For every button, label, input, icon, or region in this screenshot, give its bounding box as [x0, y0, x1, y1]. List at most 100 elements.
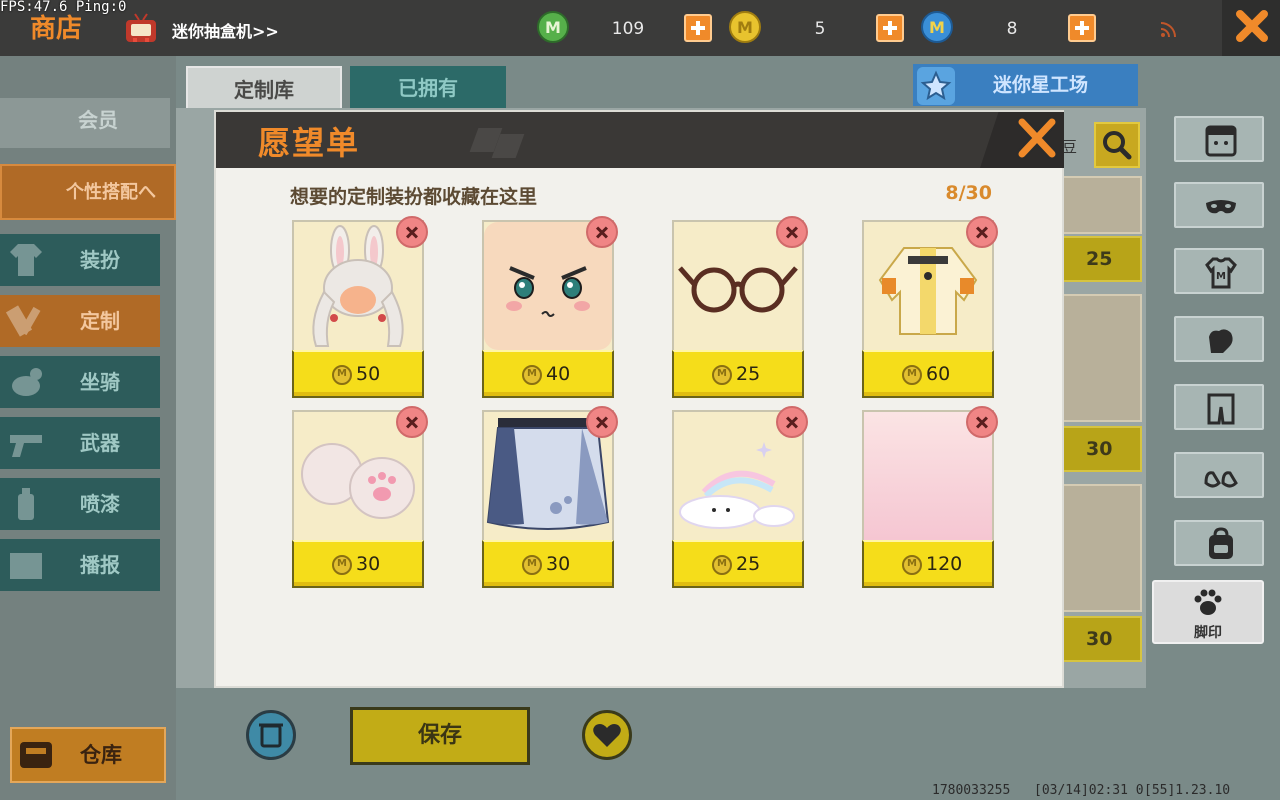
pencil-ruler-icon	[6, 305, 41, 337]
search-button[interactable]	[1094, 122, 1140, 168]
sidebar-item-weapon[interactable]: 武器	[0, 417, 160, 469]
sidebar-item-vip[interactable]: 会员	[0, 98, 170, 148]
blind-box-tv-icon[interactable]	[124, 12, 158, 46]
blind-box-link[interactable]: 迷你抽盒机>>	[172, 18, 279, 42]
sidebar-item-label: 装扮	[80, 248, 120, 272]
remove-item-button[interactable]	[966, 216, 998, 248]
shirt-icon	[10, 244, 42, 276]
sidebar-item-mount[interactable]: 坐骑	[0, 356, 160, 408]
shoes-icon	[1204, 471, 1238, 488]
mini-coin-icon	[902, 365, 922, 385]
category-mask[interactable]	[1174, 182, 1264, 228]
category-backpack[interactable]	[1174, 520, 1264, 566]
remove-item-button[interactable]	[396, 406, 428, 438]
shop-item-card[interactable]	[1060, 484, 1142, 612]
add-mini-bean-button[interactable]	[684, 14, 712, 42]
sidebar-item-broadcast[interactable]: 播报	[0, 539, 160, 591]
wishlist-count: 8/30	[945, 182, 992, 204]
mini-bean-icon: M	[537, 11, 569, 43]
item-price: 25	[736, 363, 761, 385]
category-face[interactable]	[1174, 116, 1264, 162]
item-price-button[interactable]: 25	[672, 350, 804, 398]
remove-item-button[interactable]	[776, 406, 808, 438]
face-icon	[1205, 125, 1237, 157]
sidebar-item-dress[interactable]: 装扮	[0, 234, 160, 286]
category-shoes[interactable]	[1174, 452, 1264, 498]
fps-counter: FPS:47.6 Ping:0	[0, 0, 127, 15]
save-button[interactable]: 保存	[350, 707, 530, 765]
item-price: 30	[356, 553, 381, 575]
backpack-icon	[1209, 527, 1233, 559]
category-pants[interactable]	[1174, 384, 1264, 430]
sidebar-item-label: 定制	[80, 309, 120, 333]
wishlist-header: 愿望单	[216, 112, 1064, 168]
shirt-icon: M	[1205, 257, 1237, 289]
item-price-button[interactable]: 30	[292, 540, 424, 588]
footer-datetime: [03/14]02:31 0	[1034, 783, 1144, 798]
mini-coin-icon	[522, 555, 542, 575]
sidebar-outfit-header[interactable]: 个性搭配へ	[0, 164, 176, 220]
add-mini-coin-button[interactable]	[876, 14, 904, 42]
category-shirt[interactable]: M	[1174, 248, 1264, 294]
tab-owned[interactable]: 已拥有	[350, 66, 506, 110]
shop-item-price: 30	[1060, 616, 1142, 662]
wishlist-button[interactable]	[582, 710, 632, 760]
gun-icon	[10, 435, 42, 457]
spray-can-icon	[18, 488, 34, 520]
item-price: 50	[356, 363, 381, 385]
sidebar-item-spray[interactable]: 喷漆	[0, 478, 160, 530]
item-price-button[interactable]: 25	[672, 540, 804, 588]
item-price: 40	[546, 363, 571, 385]
wishlist-modal: 愿望单 想要的定制装扮都收藏在这里 8/30 50	[214, 110, 1064, 688]
box-icon	[10, 553, 42, 579]
star-icon	[917, 67, 955, 105]
mini-coin-icon	[902, 555, 922, 575]
item-price: 120	[926, 553, 963, 575]
wishlist-subtitle: 想要的定制装扮都收藏在这里	[290, 186, 538, 208]
wishlist-item[interactable]: 30	[292, 406, 428, 590]
wishlist-item[interactable]: 60	[862, 216, 998, 400]
remove-item-button[interactable]	[966, 406, 998, 438]
item-price-button[interactable]: 60	[862, 350, 994, 398]
footer-version: [55]1.23.10	[1144, 783, 1231, 798]
wishlist-item[interactable]: 25	[672, 406, 808, 590]
category-footprint-label: 脚印	[1194, 625, 1222, 641]
sidebar-item-label: 播报	[80, 553, 120, 577]
category-gloves[interactable]	[1174, 316, 1264, 362]
remove-item-button[interactable]	[396, 216, 428, 248]
bean-label: 豆	[1062, 138, 1078, 156]
wishlist-item[interactable]: 25	[672, 216, 808, 400]
close-icon	[1236, 10, 1268, 42]
add-mini-point-button[interactable]	[1068, 14, 1096, 42]
remove-item-button[interactable]	[586, 406, 618, 438]
remove-item-button[interactable]	[776, 216, 808, 248]
item-price-button[interactable]: 30	[482, 540, 614, 588]
wishlist-item[interactable]: 120	[862, 406, 998, 590]
delete-button[interactable]	[246, 710, 296, 760]
category-footprint[interactable]: 脚印	[1152, 580, 1264, 644]
wishlist-item[interactable]: 40	[482, 216, 618, 400]
signal-icon	[1160, 22, 1176, 38]
sidebar-item-label: 坐骑	[80, 370, 120, 394]
wishlist-item[interactable]: 50	[292, 216, 428, 400]
sidebar-item-label: 武器	[80, 431, 120, 455]
close-icon	[1016, 116, 1058, 160]
heart-icon	[593, 724, 621, 747]
tab-custom-library[interactable]: 定制库	[186, 66, 342, 110]
item-price-button[interactable]: 50	[292, 350, 424, 398]
close-shop-button[interactable]	[1222, 0, 1280, 56]
mini-point-value: 8	[1006, 19, 1018, 39]
sidebar-item-custom[interactable]: 定制	[0, 295, 160, 347]
svg-text:M: M	[737, 18, 753, 37]
item-price-button[interactable]: 120	[862, 540, 994, 588]
remove-item-button[interactable]	[586, 216, 618, 248]
shop-item-card[interactable]	[1060, 176, 1142, 234]
item-price-button[interactable]: 40	[482, 350, 614, 398]
wishlist-item[interactable]: 30	[482, 406, 618, 590]
shop-item-price: 30	[1060, 426, 1142, 472]
warehouse-icon	[20, 742, 52, 768]
shop-item-price: 25	[1060, 236, 1142, 282]
close-wishlist-button[interactable]	[1016, 116, 1058, 160]
paw-icon	[1194, 589, 1222, 615]
shop-item-card[interactable]	[1060, 294, 1142, 422]
